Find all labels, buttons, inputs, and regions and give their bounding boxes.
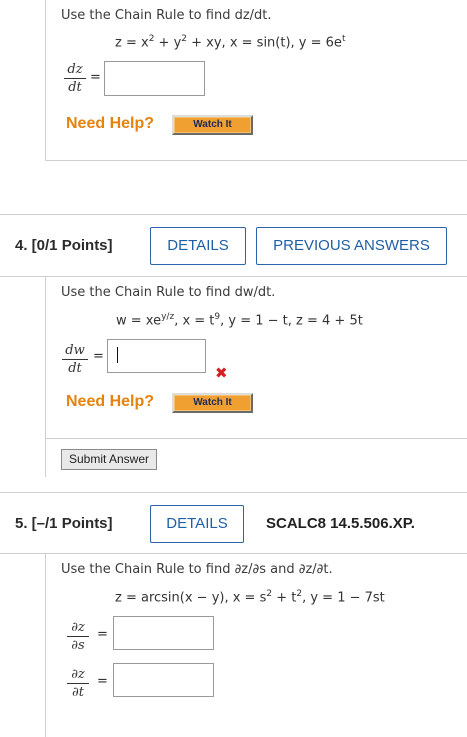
q5-top-border [0,492,467,493]
q5-instruction: Use the Chain Rule to find ∂z/∂s and ∂z/… [61,562,333,577]
q4-derivative-fraction: dw dt [62,343,88,376]
q3-need-help-label: Need Help? [66,115,155,132]
q4-header-divider [0,276,467,277]
q4-header: 4. [0/1 Points] [15,237,113,254]
q4-equals: = [93,349,104,364]
q3-derivative-fraction: dz dt [64,62,86,95]
q4-left-border [45,276,46,477]
q4-top-border [0,214,467,215]
q5-equation: z = arcsin(x − y), x = s2 + t2, y = 1 − … [115,589,385,606]
q4-answer-input[interactable] [107,339,206,373]
q5-header-divider [0,553,467,554]
q3-equals: = [90,70,101,85]
q5-partial-t-fraction: ∂z ∂t [67,667,89,700]
q3-bottom-border [45,160,467,161]
q3-left-border [45,0,46,160]
incorrect-x-icon: ✖ [215,364,228,382]
q3-watch-it-button[interactable]: Watch It [171,114,254,136]
q5-partial-t-input[interactable] [113,663,214,697]
q4-need-help-label: Need Help? [66,393,155,410]
q5-partial-s-input[interactable] [113,616,214,650]
q5-problem-code: SCALC8 14.5.506.XP. [266,515,415,532]
q5-partial-s-fraction: ∂z ∂s [67,620,89,653]
q5-left-border [45,553,46,737]
q5-header: 5. [–/1 Points] [15,515,113,532]
q4-watch-it-button[interactable]: Watch It [171,392,254,414]
q3-equation: z = x2 + y2 + xy, x = sin(t), y = 6et [115,34,346,51]
q4-details-button[interactable]: DETAILS [150,227,246,265]
q5-details-button[interactable]: DETAILS [150,505,244,543]
q4-submit-answer-button[interactable]: Submit Answer [61,449,157,470]
q4-bottom-border [45,438,467,439]
q5-equals-s: = [97,627,108,642]
q4-text-cursor [117,347,118,363]
q3-answer-input[interactable] [104,61,205,96]
q4-previous-answers-button[interactable]: PREVIOUS ANSWERS [256,227,447,265]
q3-instruction: Use the Chain Rule to find dz/dt. [61,8,272,23]
q4-equation: w = xey/z, x = t9, y = 1 − t, z = 4 + 5t [116,312,363,329]
q4-instruction: Use the Chain Rule to find dw/dt. [61,285,276,300]
q5-equals-t: = [97,674,108,689]
